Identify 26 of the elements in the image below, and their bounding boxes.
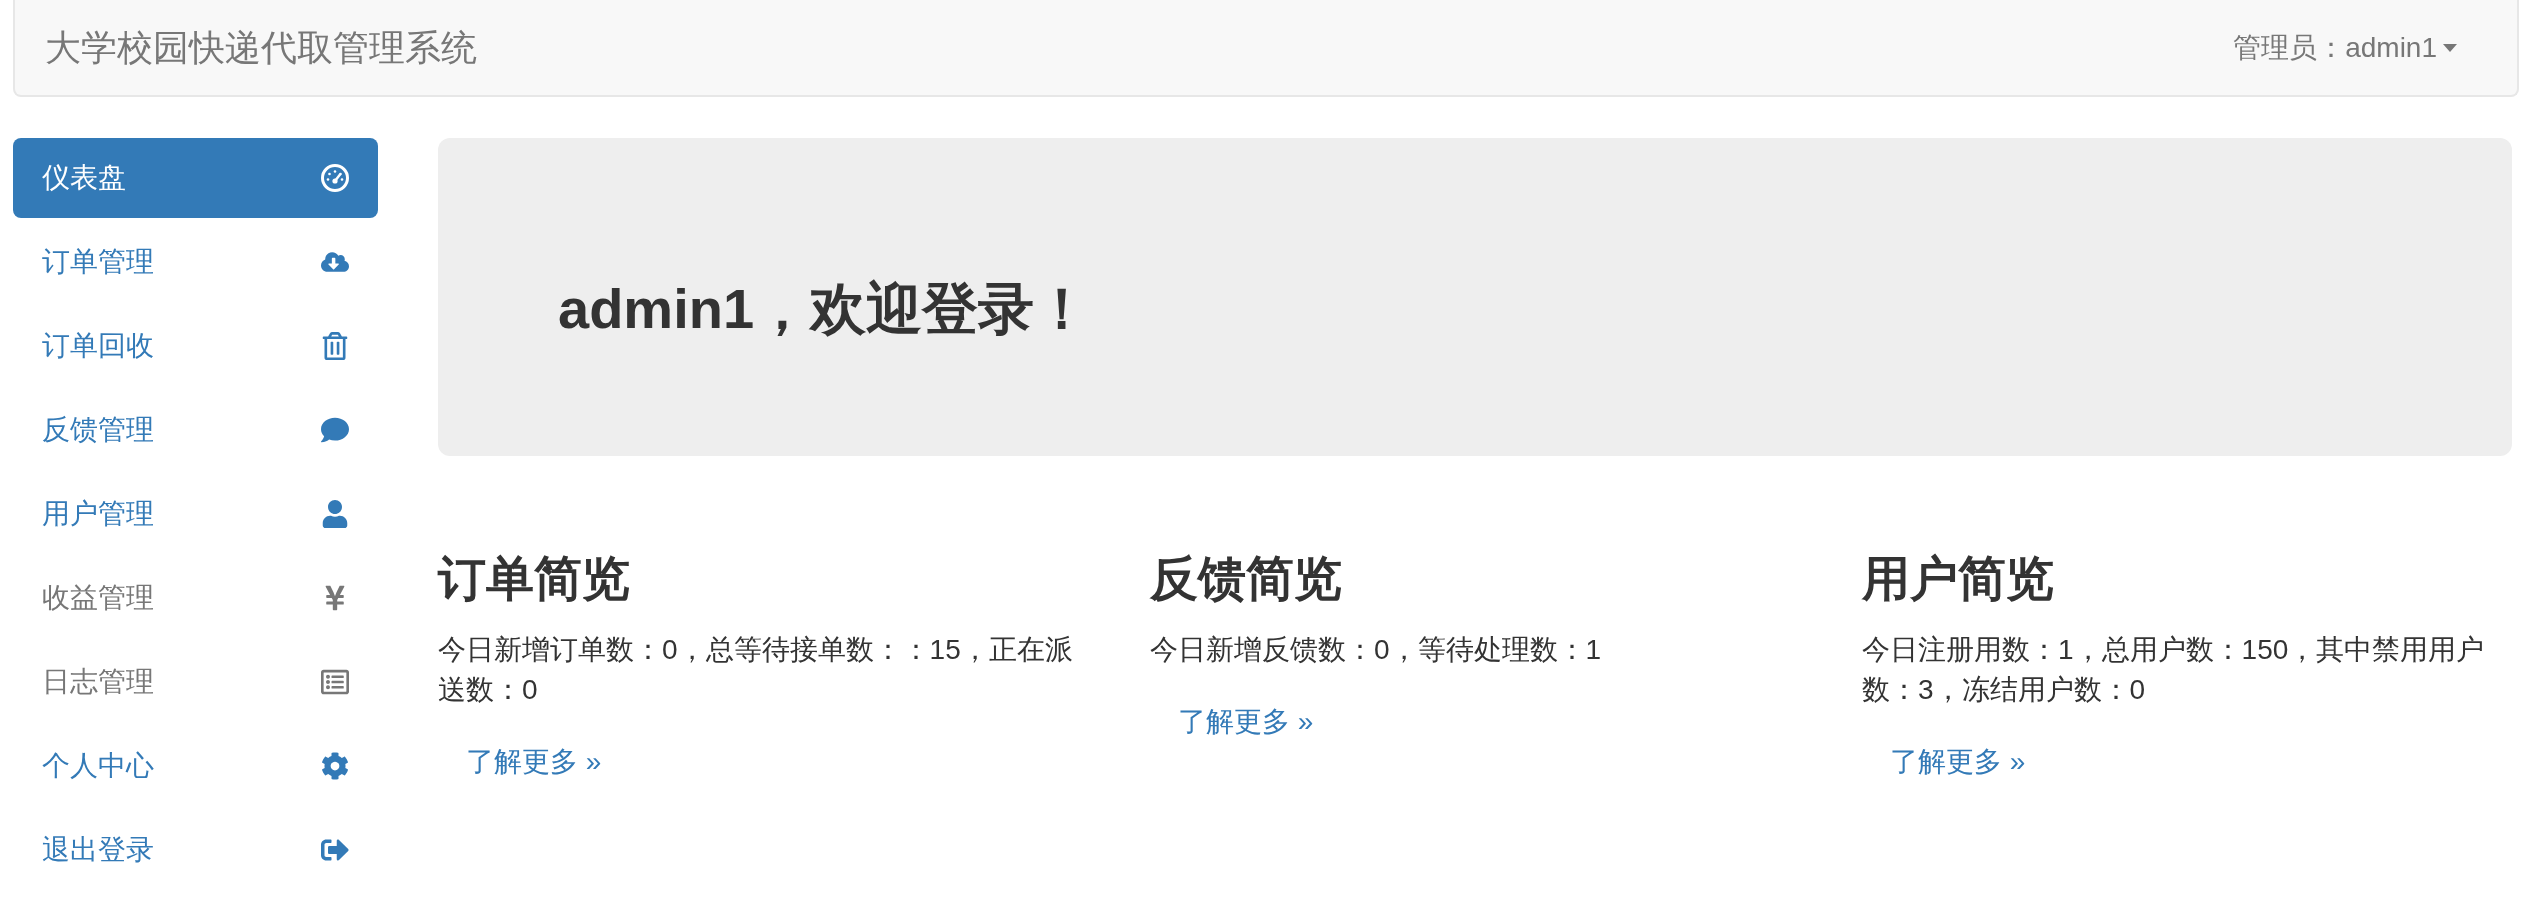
panel-title: 订单简览: [438, 553, 630, 606]
learn-more-link[interactable]: 了解更多 »: [438, 729, 630, 794]
sidebar-item[interactable]: 反馈管理: [13, 390, 378, 470]
sidebar-item[interactable]: 退出登录: [13, 810, 378, 890]
panel-text: 今日新增订单数：0，总等待接单数：：15，正在派送数：0: [438, 632, 1074, 707]
sidebar-item[interactable]: 个人中心: [13, 726, 378, 806]
sidebar-item[interactable]: 订单回收: [13, 306, 378, 386]
sidebar-item[interactable]: 用户管理: [13, 474, 378, 554]
user-icon: [321, 500, 349, 528]
panel-text: 今日新增反馈数：0，等待处理数：1: [1150, 632, 1603, 667]
caret-icon: [2443, 43, 2457, 52]
sidebar-item[interactable]: 订单管理: [13, 222, 378, 302]
welcome-heading: admin1，欢迎登录！: [558, 276, 1091, 342]
sidebar-item[interactable]: 仪表盘: [13, 138, 378, 218]
learn-more-link[interactable]: 了解更多 »: [1862, 729, 2054, 794]
speech-bubble-icon: [321, 416, 349, 444]
trash-icon: [321, 332, 349, 360]
list-icon: [321, 668, 349, 696]
panel-title: 用户简览: [1862, 553, 2054, 606]
app-title[interactable]: 大学校园快递代取管理系统: [45, 20, 477, 75]
settings-icon: [321, 752, 349, 780]
gauge-icon: [321, 164, 349, 192]
user-menu[interactable]: 管理员：admin1: [2233, 26, 2457, 69]
panel-text: 今日注册用数：1，总用户数：150，其中禁用用户数：3，冻结用户数：0: [1862, 632, 2486, 707]
learn-more-link[interactable]: 了解更多 »: [1150, 689, 1342, 754]
panel-title: 反馈简览: [1150, 553, 1342, 606]
